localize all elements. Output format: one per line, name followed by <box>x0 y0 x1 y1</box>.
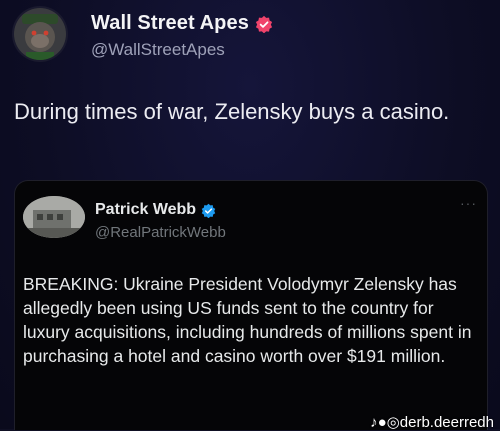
ellipsis-icon[interactable]: ··· <box>460 195 477 211</box>
gorilla-avatar-icon <box>14 8 66 60</box>
author-name-row: Wall Street Apes <box>91 12 273 35</box>
author-display-name[interactable]: Wall Street Apes <box>91 12 249 35</box>
quoted-display-name[interactable]: Patrick Webb <box>95 201 196 219</box>
verified-badge-icon <box>201 203 216 218</box>
quoted-tweet-text: BREAKING: Ukraine President Volodymyr Ze… <box>23 274 472 366</box>
tweet-text: During times of war, Zelensky buys a cas… <box>14 99 450 124</box>
quoted-tweet-card[interactable]: Patrick Webb @RealPatrickWebb ··· BREAKI… <box>14 180 488 430</box>
quoted-name-row: Patrick Webb <box>95 201 216 219</box>
author-handle[interactable]: @WallStreetApes <box>91 40 225 60</box>
quoted-author-avatar[interactable] <box>23 196 85 238</box>
watermark-text: ♪●◎derb.deerredh <box>370 414 494 431</box>
screenshot-canvas: Wall Street Apes @WallStreetApes During … <box>0 0 500 431</box>
verified-badge-icon <box>255 15 273 33</box>
building-avatar-icon <box>23 196 85 238</box>
author-avatar[interactable] <box>14 8 66 60</box>
quoted-handle[interactable]: @RealPatrickWebb <box>95 224 226 241</box>
